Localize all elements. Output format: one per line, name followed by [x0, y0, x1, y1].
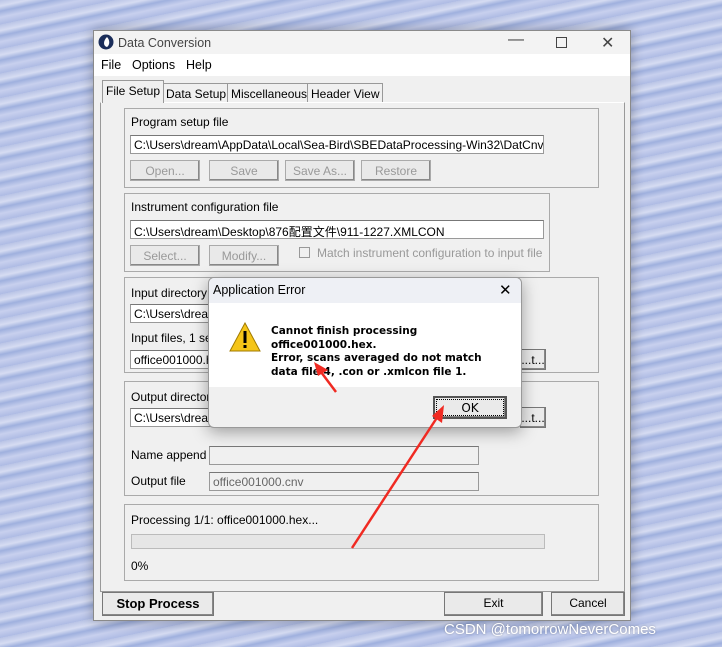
watermark: CSDN @tomorrowNeverComes	[444, 621, 656, 638]
arrowhead-icon	[314, 362, 328, 376]
tab-file-setup[interactable]: File Setup	[102, 80, 165, 103]
arrow-to-ok-button	[350, 412, 442, 549]
